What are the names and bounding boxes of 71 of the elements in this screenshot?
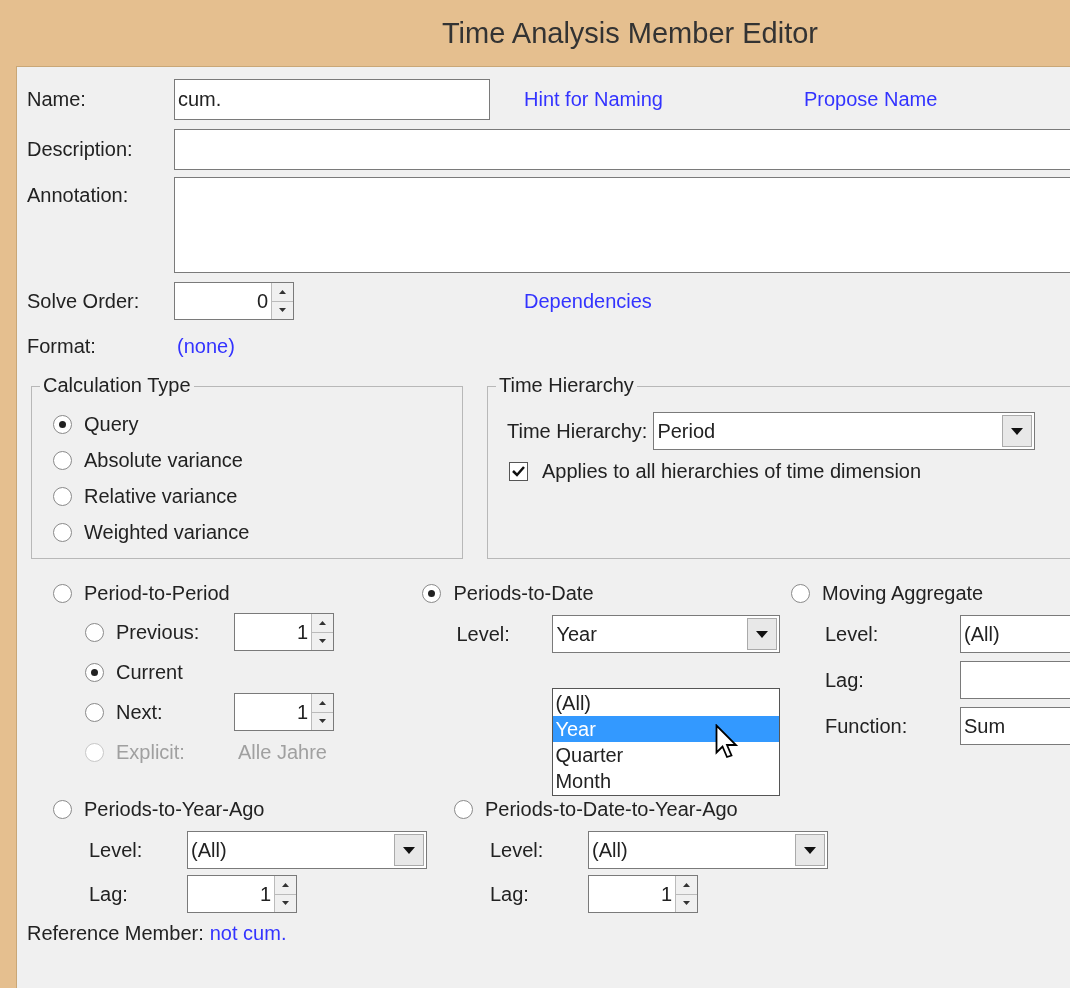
field-label: Level: bbox=[490, 838, 545, 862]
radio-label: Previous: bbox=[116, 620, 200, 644]
field-label: Level: bbox=[456, 622, 511, 646]
radio-button[interactable] bbox=[53, 583, 72, 603]
radio-button[interactable] bbox=[53, 522, 72, 542]
field-label: Lag: bbox=[825, 668, 865, 692]
caret-icon bbox=[756, 630, 769, 638]
radio-button[interactable] bbox=[85, 662, 104, 682]
radio-label: Weighted variance bbox=[84, 520, 250, 544]
radio-button[interactable] bbox=[454, 799, 473, 819]
radio-button[interactable] bbox=[85, 702, 104, 722]
level-dropdown[interactable]: (All) bbox=[588, 831, 828, 869]
spin-field[interactable]: 1 bbox=[234, 693, 334, 731]
caret-icon bbox=[804, 846, 816, 854]
spin-field[interactable]: 0 bbox=[174, 282, 294, 320]
radio-label: Current bbox=[116, 660, 183, 684]
reference-member-link[interactable]: not cum. bbox=[209, 921, 287, 945]
radio-label: Next: bbox=[116, 700, 163, 724]
level-dropdown[interactable]: Year bbox=[552, 615, 781, 653]
field-label: Reference Member: bbox=[27, 921, 204, 945]
description-field[interactable] bbox=[174, 128, 1070, 170]
name-field[interactable]: cum. bbox=[174, 78, 490, 120]
radio-label: Query bbox=[84, 412, 139, 436]
dropdown-option[interactable]: (All) bbox=[553, 690, 780, 716]
field-label: Function: bbox=[825, 714, 909, 738]
field-label: Annotation: bbox=[27, 183, 130, 207]
radio-button[interactable] bbox=[53, 414, 72, 434]
caret-icon bbox=[1011, 427, 1024, 435]
field-label: Name: bbox=[27, 87, 87, 111]
time-hierarchy-dropdown[interactable]: Period bbox=[653, 412, 1036, 450]
annotation-field[interactable] bbox=[174, 177, 1070, 273]
field-label: Lag: bbox=[89, 882, 129, 906]
radio-button[interactable] bbox=[53, 799, 72, 819]
radio-button[interactable] bbox=[791, 583, 810, 603]
level-dropdown[interactable]: (All) bbox=[187, 831, 427, 869]
dependencies-link[interactable]: Dependencies bbox=[524, 289, 652, 313]
radio-label: Periods-to-Year-Ago bbox=[84, 797, 265, 821]
radio-label: Period-to-Period bbox=[84, 581, 230, 605]
field-label: Lag: bbox=[490, 882, 530, 906]
caret-icon bbox=[403, 846, 415, 854]
field-label: Description: bbox=[27, 137, 134, 161]
hint-link[interactable]: Hint for Naming bbox=[524, 87, 804, 111]
radio-label: Explicit: bbox=[116, 740, 185, 764]
checkbox-label: Applies to all hierarchies of time dimension bbox=[542, 459, 922, 483]
field-label: Format: bbox=[27, 334, 97, 358]
check-icon bbox=[512, 465, 525, 477]
radio-label: Absolute variance bbox=[84, 448, 243, 472]
radio-label: Moving Aggregate bbox=[822, 581, 984, 605]
format-link[interactable]: (none) bbox=[177, 334, 235, 358]
spin-field[interactable]: 1 bbox=[234, 613, 334, 651]
field-label: Level: bbox=[825, 622, 880, 646]
level-dropdown[interactable]: (All) bbox=[960, 615, 1070, 653]
dropdown-option[interactable]: Month bbox=[553, 768, 780, 794]
radio-label: Relative variance bbox=[84, 484, 238, 508]
radio-label: Periods-to-Date-to-Year-Ago bbox=[485, 797, 738, 821]
field-label: Solve Order: bbox=[27, 289, 141, 313]
radio-button[interactable] bbox=[85, 622, 104, 642]
spin-field[interactable]: 1 bbox=[588, 875, 698, 913]
radio-label: Periods-to-Date bbox=[453, 581, 594, 605]
cursor-icon bbox=[715, 724, 740, 760]
radio-button[interactable] bbox=[53, 450, 72, 470]
radio-button[interactable] bbox=[53, 486, 72, 506]
field-label: Level: bbox=[89, 838, 144, 862]
function-dropdown[interactable]: Sum bbox=[960, 707, 1070, 745]
dropdown-option[interactable]: Quarter bbox=[553, 742, 780, 768]
propose-name-link[interactable]: Propose Name bbox=[804, 87, 938, 111]
field-label: Time Hierarchy: bbox=[507, 419, 648, 443]
spin-field[interactable]: 1 bbox=[187, 875, 297, 913]
explicit-value: Alle Jahre bbox=[238, 740, 327, 764]
radio-button[interactable] bbox=[422, 583, 442, 603]
checkbox[interactable] bbox=[509, 461, 528, 481]
